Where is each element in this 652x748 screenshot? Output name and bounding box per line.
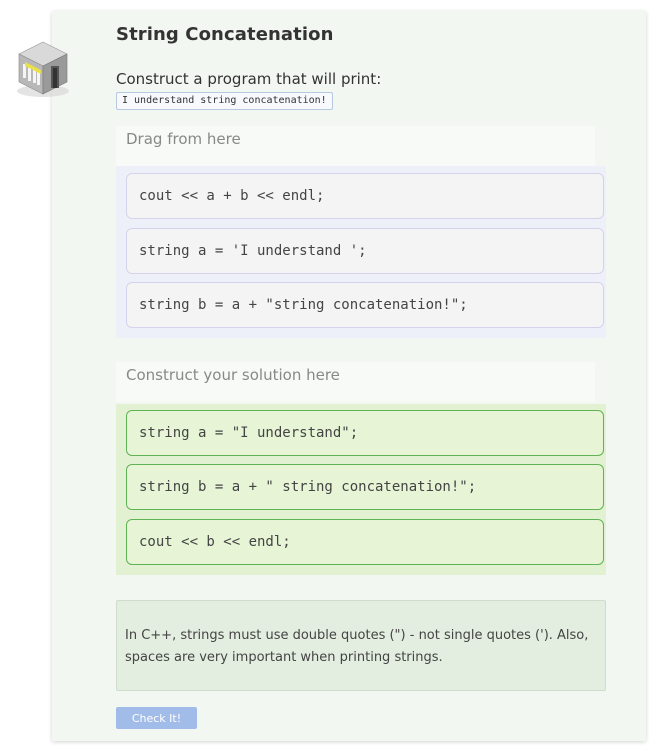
solution-code-block[interactable]: string a = "I understand"; [126,410,604,456]
check-it-button[interactable]: Check It! [116,707,197,729]
solution-code-block[interactable]: cout << b << endl; [126,519,604,565]
drag-source-zone[interactable]: cout << a + b << endl; string a = 'I und… [116,166,606,338]
solution-code-block[interactable]: string b = a + " string concatenation!"; [126,464,604,510]
expected-output: I understand string concatenation! [116,92,333,110]
drag-area-label: Drag from here [116,126,595,166]
solution-drop-zone[interactable]: string a = "I understand"; string b = a … [116,404,606,575]
code-block[interactable]: string b = a + "string concatenation!"; [126,282,604,328]
building-icon [11,36,75,100]
page-title: String Concatenation [116,24,334,45]
solution-area-label: Construct your solution here [116,362,595,402]
code-block[interactable]: string a = 'I understand '; [126,228,604,274]
instruction-text: Construct a program that will print: [116,70,382,88]
feedback-message: In C++, strings must use double quotes (… [116,600,606,691]
code-block[interactable]: cout << a + b << endl; [126,173,604,219]
